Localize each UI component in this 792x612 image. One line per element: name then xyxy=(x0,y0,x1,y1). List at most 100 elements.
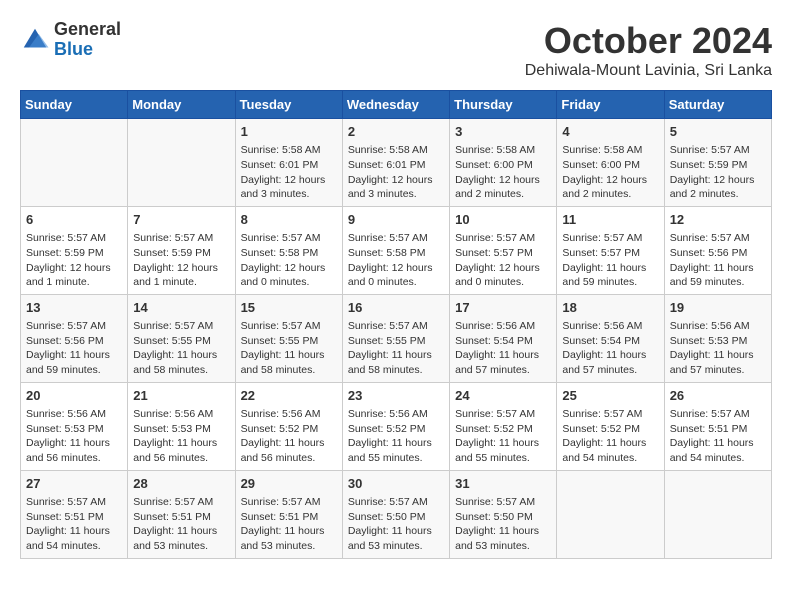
day-cell xyxy=(128,119,235,207)
day-cell: 16 Sunrise: 5:57 AMSunset: 5:55 PMDayligh… xyxy=(342,294,449,382)
header: General Blue October 2024 Dehiwala-Mount… xyxy=(20,20,772,80)
day-info: Sunrise: 5:57 AMSunset: 5:59 PMDaylight:… xyxy=(26,231,122,290)
day-info: Sunrise: 5:57 AMSunset: 5:59 PMDaylight:… xyxy=(670,143,766,202)
day-number: 26 xyxy=(670,387,766,405)
week-row-2: 6 Sunrise: 5:57 AMSunset: 5:59 PMDaylight… xyxy=(21,206,772,294)
week-row-5: 27 Sunrise: 5:57 AMSunset: 5:51 PMDayligh… xyxy=(21,470,772,558)
header-cell-sunday: Sunday xyxy=(21,91,128,119)
day-cell: 19 Sunrise: 5:56 AMSunset: 5:53 PMDayligh… xyxy=(664,294,771,382)
title-area: October 2024 Dehiwala-Mount Lavinia, Sri… xyxy=(525,20,772,80)
day-number: 25 xyxy=(562,387,658,405)
day-info: Sunrise: 5:57 AMSunset: 5:51 PMDaylight:… xyxy=(241,495,337,554)
month-title: October 2024 xyxy=(525,20,772,62)
day-cell: 26 Sunrise: 5:57 AMSunset: 5:51 PMDayligh… xyxy=(664,382,771,470)
day-cell: 29 Sunrise: 5:57 AMSunset: 5:51 PMDayligh… xyxy=(235,470,342,558)
day-info: Sunrise: 5:57 AMSunset: 5:56 PMDaylight:… xyxy=(670,231,766,290)
day-info: Sunrise: 5:57 AMSunset: 5:55 PMDaylight:… xyxy=(348,319,444,378)
day-number: 16 xyxy=(348,299,444,317)
day-number: 23 xyxy=(348,387,444,405)
header-cell-friday: Friday xyxy=(557,91,664,119)
day-info: Sunrise: 5:56 AMSunset: 5:54 PMDaylight:… xyxy=(562,319,658,378)
day-number: 5 xyxy=(670,123,766,141)
header-cell-tuesday: Tuesday xyxy=(235,91,342,119)
day-info: Sunrise: 5:57 AMSunset: 5:52 PMDaylight:… xyxy=(455,407,551,466)
day-cell: 15 Sunrise: 5:57 AMSunset: 5:55 PMDayligh… xyxy=(235,294,342,382)
day-info: Sunrise: 5:57 AMSunset: 5:55 PMDaylight:… xyxy=(241,319,337,378)
day-cell: 3Sunrise: 5:58 AMSunset: 6:00 PMDaylight… xyxy=(450,119,557,207)
day-info: Sunrise: 5:58 AMSunset: 6:00 PMDaylight:… xyxy=(455,143,551,202)
day-number: 20 xyxy=(26,387,122,405)
day-cell: 30 Sunrise: 5:57 AMSunset: 5:50 PMDayligh… xyxy=(342,470,449,558)
day-cell: 9Sunrise: 5:57 AMSunset: 5:58 PMDaylight… xyxy=(342,206,449,294)
day-info: Sunrise: 5:56 AMSunset: 5:53 PMDaylight:… xyxy=(26,407,122,466)
day-number: 1 xyxy=(241,123,337,141)
day-cell: 22 Sunrise: 5:56 AMSunset: 5:52 PMDayligh… xyxy=(235,382,342,470)
header-cell-monday: Monday xyxy=(128,91,235,119)
day-cell: 2Sunrise: 5:58 AMSunset: 6:01 PMDaylight… xyxy=(342,119,449,207)
week-row-4: 20 Sunrise: 5:56 AMSunset: 5:53 PMDayligh… xyxy=(21,382,772,470)
day-info: Sunrise: 5:57 AMSunset: 5:57 PMDaylight:… xyxy=(455,231,551,290)
day-info: Sunrise: 5:57 AMSunset: 5:50 PMDaylight:… xyxy=(455,495,551,554)
day-number: 29 xyxy=(241,475,337,493)
day-cell: 12Sunrise: 5:57 AMSunset: 5:56 PMDayligh… xyxy=(664,206,771,294)
day-info: Sunrise: 5:57 AMSunset: 5:51 PMDaylight:… xyxy=(26,495,122,554)
day-info: Sunrise: 5:57 AMSunset: 5:55 PMDaylight:… xyxy=(133,319,229,378)
day-number: 24 xyxy=(455,387,551,405)
day-number: 28 xyxy=(133,475,229,493)
day-number: 22 xyxy=(241,387,337,405)
day-cell: 11Sunrise: 5:57 AMSunset: 5:57 PMDayligh… xyxy=(557,206,664,294)
day-number: 17 xyxy=(455,299,551,317)
logo-text: General Blue xyxy=(54,20,121,60)
header-row: SundayMondayTuesdayWednesdayThursdayFrid… xyxy=(21,91,772,119)
day-number: 6 xyxy=(26,211,122,229)
day-cell: 10 Sunrise: 5:57 AMSunset: 5:57 PMDayligh… xyxy=(450,206,557,294)
day-info: Sunrise: 5:56 AMSunset: 5:54 PMDaylight:… xyxy=(455,319,551,378)
day-cell: 8 Sunrise: 5:57 AMSunset: 5:58 PMDaylight… xyxy=(235,206,342,294)
day-info: Sunrise: 5:56 AMSunset: 5:52 PMDaylight:… xyxy=(348,407,444,466)
day-number: 7 xyxy=(133,211,229,229)
logo-general: General xyxy=(54,20,121,40)
location-subtitle: Dehiwala-Mount Lavinia, Sri Lanka xyxy=(525,62,772,80)
day-info: Sunrise: 5:57 AMSunset: 5:56 PMDaylight:… xyxy=(26,319,122,378)
day-cell: 7 Sunrise: 5:57 AMSunset: 5:59 PMDaylight… xyxy=(128,206,235,294)
header-cell-wednesday: Wednesday xyxy=(342,91,449,119)
header-cell-thursday: Thursday xyxy=(450,91,557,119)
day-cell: 5 Sunrise: 5:57 AMSunset: 5:59 PMDaylight… xyxy=(664,119,771,207)
day-info: Sunrise: 5:57 AMSunset: 5:59 PMDaylight:… xyxy=(133,231,229,290)
calendar-table: SundayMondayTuesdayWednesdayThursdayFrid… xyxy=(20,90,772,559)
day-info: Sunrise: 5:56 AMSunset: 5:52 PMDaylight:… xyxy=(241,407,337,466)
day-number: 8 xyxy=(241,211,337,229)
day-cell: 28 Sunrise: 5:57 AMSunset: 5:51 PMDayligh… xyxy=(128,470,235,558)
day-cell: 14Sunrise: 5:57 AMSunset: 5:55 PMDayligh… xyxy=(128,294,235,382)
day-info: Sunrise: 5:57 AMSunset: 5:51 PMDaylight:… xyxy=(133,495,229,554)
day-info: Sunrise: 5:57 AMSunset: 5:52 PMDaylight:… xyxy=(562,407,658,466)
day-info: Sunrise: 5:57 AMSunset: 5:50 PMDaylight:… xyxy=(348,495,444,554)
day-info: Sunrise: 5:56 AMSunset: 5:53 PMDaylight:… xyxy=(133,407,229,466)
day-info: Sunrise: 5:57 AMSunset: 5:58 PMDaylight:… xyxy=(241,231,337,290)
day-info: Sunrise: 5:57 AMSunset: 5:51 PMDaylight:… xyxy=(670,407,766,466)
day-number: 30 xyxy=(348,475,444,493)
day-info: Sunrise: 5:58 AMSunset: 6:00 PMDaylight:… xyxy=(562,143,658,202)
day-number: 19 xyxy=(670,299,766,317)
day-cell: 1Sunrise: 5:58 AMSunset: 6:01 PMDaylight… xyxy=(235,119,342,207)
day-cell: 23 Sunrise: 5:56 AMSunset: 5:52 PMDayligh… xyxy=(342,382,449,470)
day-info: Sunrise: 5:56 AMSunset: 5:53 PMDaylight:… xyxy=(670,319,766,378)
day-cell xyxy=(557,470,664,558)
logo-blue: Blue xyxy=(54,40,121,60)
day-number: 27 xyxy=(26,475,122,493)
day-cell: 31 Sunrise: 5:57 AMSunset: 5:50 PMDayligh… xyxy=(450,470,557,558)
day-cell: 13 Sunrise: 5:57 AMSunset: 5:56 PMDayligh… xyxy=(21,294,128,382)
day-cell: 6 Sunrise: 5:57 AMSunset: 5:59 PMDaylight… xyxy=(21,206,128,294)
day-number: 21 xyxy=(133,387,229,405)
day-number: 31 xyxy=(455,475,551,493)
day-number: 10 xyxy=(455,211,551,229)
day-number: 15 xyxy=(241,299,337,317)
day-cell: 24 Sunrise: 5:57 AMSunset: 5:52 PMDayligh… xyxy=(450,382,557,470)
day-cell xyxy=(21,119,128,207)
week-row-1: 1Sunrise: 5:58 AMSunset: 6:01 PMDaylight… xyxy=(21,119,772,207)
day-number: 13 xyxy=(26,299,122,317)
logo: General Blue xyxy=(20,20,121,60)
day-cell: 17 Sunrise: 5:56 AMSunset: 5:54 PMDayligh… xyxy=(450,294,557,382)
day-number: 4 xyxy=(562,123,658,141)
day-cell: 20 Sunrise: 5:56 AMSunset: 5:53 PMDayligh… xyxy=(21,382,128,470)
